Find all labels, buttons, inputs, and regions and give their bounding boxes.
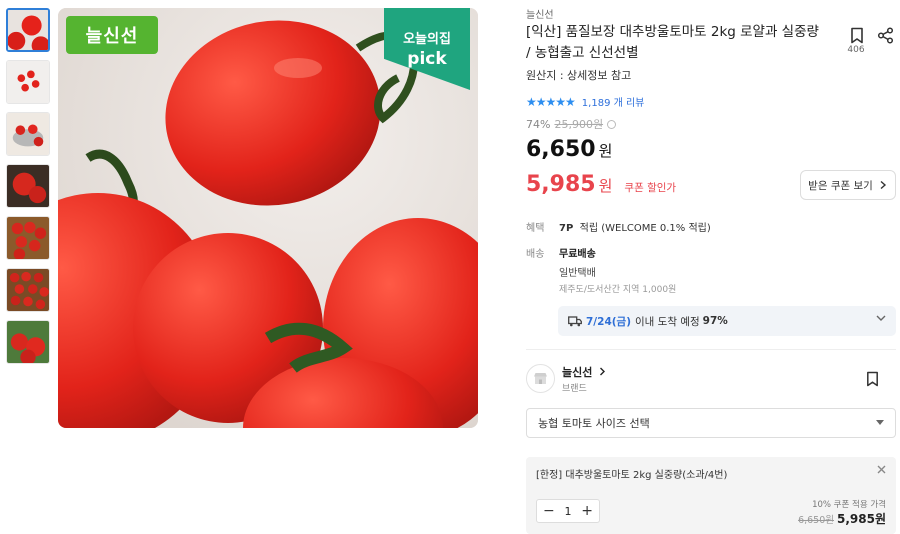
delivery-estimate[interactable]: 7/24(금) 이내 도착 예정 97% (558, 306, 896, 336)
arrival-date: 7/24(금) (586, 315, 632, 328)
caret-down-icon (876, 420, 884, 425)
coupon-price-value: 5,985 (526, 172, 596, 197)
original-price: 25,900원 (554, 118, 604, 131)
arrival-text: 이내 도착 예정 (635, 315, 700, 328)
tomato-photo (58, 8, 478, 428)
thumbnail-1[interactable] (6, 8, 50, 52)
thumbnail-7[interactable] (6, 320, 50, 364)
section-divider (526, 349, 896, 350)
size-option-placeholder: 농협 토마토 사이즈 선택 (538, 417, 650, 430)
share-button[interactable] (877, 27, 894, 48)
decrease-quantity-button[interactable]: − (543, 504, 555, 518)
info-icon[interactable] (607, 119, 617, 129)
benefit-label: 혜택 (526, 223, 545, 234)
selected-option-card: [한정] 대추방울토마토 2kg 실중량(소과/4번) − 1 + 10% 쿠폰… (526, 457, 896, 534)
shipping-fee: 무료배송 (559, 249, 596, 260)
store-icon (534, 373, 547, 384)
benefit-text: 적립 (WELCOME 0.1% 적립) (579, 223, 711, 234)
thumbnail-6[interactable] (6, 268, 50, 312)
view-coupons-label: 받은 쿠폰 보기 (808, 179, 873, 192)
increase-quantity-button[interactable]: + (581, 504, 593, 518)
store-name: 늘신선 (562, 366, 593, 379)
view-coupons-button[interactable]: 받은 쿠폰 보기 (800, 170, 896, 200)
option-original-price: 6,650원 (798, 515, 834, 526)
sale-price-unit: 원 (598, 142, 613, 160)
rating-stars: ★★★★★ (526, 94, 576, 109)
shipping-label: 배송 (526, 249, 545, 260)
benefit-value: 7P 적립 (WELCOME 0.1% 적립) (559, 219, 711, 234)
selected-option-name: [한정] 대추방울토마토 2kg 실중량(소과/4번) (536, 470, 728, 481)
discount-rate: 74% (526, 117, 551, 131)
store-bookmark-button[interactable] (866, 371, 879, 391)
sale-price: 6,650 원 (526, 137, 612, 162)
thumbnail-4[interactable] (6, 164, 50, 208)
option-prices: 6,650원 5,985원 (798, 510, 886, 527)
chevron-down-icon (876, 315, 886, 321)
shipping-extra-fee: 제주도/도서산간 지역 1,000원 (559, 285, 677, 295)
bookmark-count: 406 (847, 45, 865, 55)
coupon-price-tag: 쿠폰 할인가 (624, 182, 677, 194)
arrival-rate: 97% (702, 315, 728, 327)
thumbnail-2[interactable] (6, 60, 50, 104)
review-count-link[interactable]: 1,189 개 리뷰 (582, 94, 645, 109)
quantity-stepper: − 1 + (536, 499, 600, 523)
bookmark-icon (851, 27, 863, 44)
store-name-link[interactable]: 늘신선 (562, 364, 606, 380)
rating-row[interactable]: ★★★★★ 1,189 개 리뷰 (526, 94, 645, 110)
thumbnail-list (6, 8, 50, 372)
option-coupon-label: 10% 쿠폰 적용 가격 (812, 500, 886, 510)
product-title: [익산] 품질보장 대추방울토마토 2kg 로얄과 실중량 / 농협출고 신선선… (526, 24, 819, 61)
benefit-points: 7P (559, 223, 574, 234)
option-final-price: 5,985원 (837, 512, 886, 526)
remove-option-button[interactable] (877, 463, 886, 477)
size-option-select[interactable]: 농협 토마토 사이즈 선택 (526, 408, 896, 438)
share-icon (877, 27, 894, 44)
brand-badge: 늘신선 (66, 16, 158, 54)
coupon-price-unit: 원 (598, 177, 613, 195)
pick-badge-line2: pick (407, 49, 447, 69)
bookmark-icon (867, 371, 878, 387)
thumbnail-3[interactable] (6, 112, 50, 156)
quantity-value[interactable]: 1 (565, 505, 572, 518)
pick-badge-line1: 오늘의집 (403, 32, 451, 47)
close-icon (877, 465, 886, 474)
main-product-image[interactable]: 늘신선 오늘의집 pick (58, 8, 478, 428)
discount-row: 74% 25,900원 (526, 116, 617, 132)
seller-link[interactable]: 늘신선 (526, 6, 554, 21)
chevron-right-icon (600, 367, 606, 376)
coupon-price: 5,985 원 쿠폰 할인가 (526, 172, 676, 197)
product-origin: 원산지 : 상세정보 참고 (526, 69, 632, 82)
thumbnail-5[interactable] (6, 216, 50, 260)
store-logo[interactable] (526, 364, 555, 393)
product-info-panel: 늘신선 [익산] 품질보장 대추방울토마토 2kg 로얄과 실중량 / 농협출고… (526, 0, 898, 534)
sale-price-value: 6,650 (526, 137, 596, 162)
truck-icon (568, 315, 582, 326)
shipping-type: 일반택배 (559, 268, 596, 279)
store-type: 브랜드 (562, 384, 587, 394)
chevron-right-icon (880, 180, 886, 190)
